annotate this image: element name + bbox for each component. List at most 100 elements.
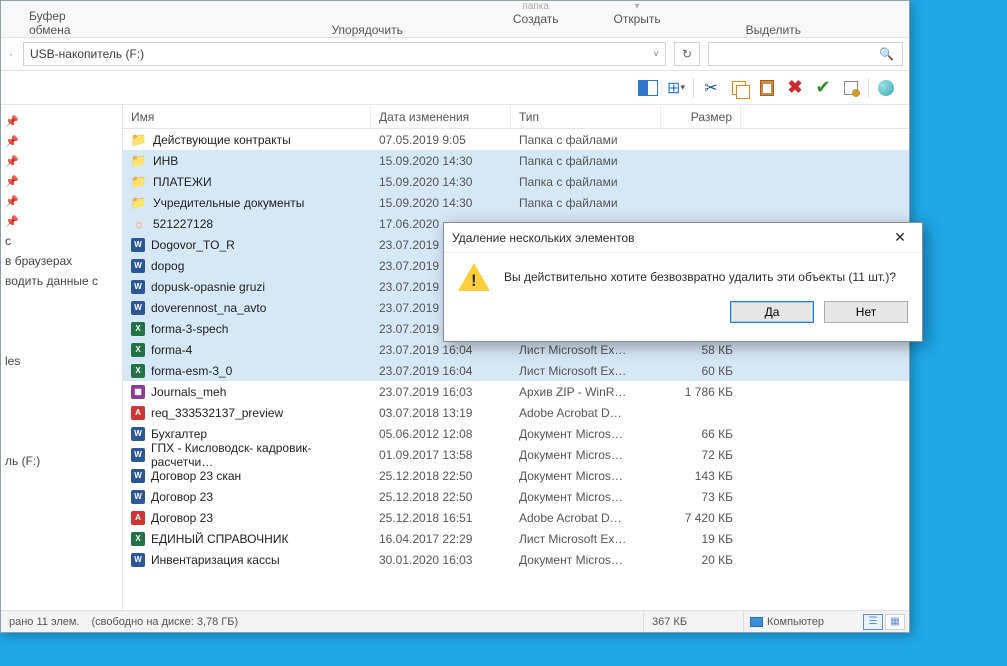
properties-button[interactable] [840, 77, 862, 99]
search-icon: 🔍 [879, 47, 894, 61]
file-date: 23.07.2019 16:04 [371, 364, 511, 378]
file-name: Договор 23 скан [151, 469, 241, 483]
file-date: 23.07.2019 16:03 [371, 385, 511, 399]
word-icon: W [131, 469, 145, 483]
delete-button[interactable]: ✖ [784, 77, 806, 99]
table-row[interactable]: 📁Учредительные документы15.09.2020 14:30… [123, 192, 909, 213]
table-row[interactable]: WГПХ - Кисловодск- кадровик- расчетчи…01… [123, 444, 909, 465]
sidebar-item-label: les [5, 354, 20, 368]
sidebar-item[interactable] [5, 391, 118, 411]
list-header: Имя Дата изменения Тип Размер [123, 105, 909, 129]
file-date: 16.04.2017 22:29 [371, 532, 511, 546]
table-row[interactable]: Xforma-esm-3_023.07.2019 16:04Лист Micro… [123, 360, 909, 381]
table-row[interactable]: ▦Journals_meh23.07.2019 16:03Архив ZIP -… [123, 381, 909, 402]
cut-button[interactable]: ✂ [700, 77, 722, 99]
sidebar-item[interactable]: с [5, 231, 118, 251]
word-icon: W [131, 553, 145, 567]
table-row[interactable]: 📁Действующие контракты07.05.2019 9:05Пап… [123, 129, 909, 150]
sidebar-item[interactable]: 📌 [5, 111, 118, 131]
table-row[interactable]: WИнвентаризация кассы30.01.2020 16:03Док… [123, 549, 909, 570]
sidebar-item[interactable] [5, 371, 118, 391]
dialog-no-button[interactable]: Нет [824, 301, 908, 323]
table-row[interactable]: Areq_333532137_preview03.07.2018 13:19Ad… [123, 402, 909, 423]
apply-button[interactable]: ✔ [812, 77, 834, 99]
sidebar-item[interactable]: водить данные с [5, 271, 118, 291]
file-name: forma-3-spech [151, 322, 228, 336]
column-header-size[interactable]: Размер [661, 105, 741, 128]
view-toggle-button[interactable] [637, 77, 659, 99]
file-name: Инвентаризация кассы [151, 553, 280, 567]
chevron-down-icon[interactable]: ˅ [653, 49, 659, 60]
file-date: 15.09.2020 14:30 [371, 175, 511, 189]
file-date: 01.09.2017 13:58 [371, 448, 511, 462]
layout-dropdown-button[interactable]: ⊞▾ [665, 77, 687, 99]
file-list[interactable]: Имя Дата изменения Тип Размер 📁Действующ… [123, 105, 909, 610]
sidebar-item[interactable] [5, 291, 118, 311]
history-dropdown-icon[interactable]: · [7, 47, 15, 61]
folder-icon: 📁 [131, 174, 147, 190]
file-name: ЕДИНЫЙ СПРАВОЧНИК [151, 532, 288, 546]
file-type: Папка с файлами [511, 133, 661, 147]
column-header-type[interactable]: Тип [511, 105, 661, 128]
settings-icon: ☼ [131, 216, 147, 232]
folder-icon: 📁 [131, 195, 147, 211]
toolbar: ⊞▾ ✂ ✖ ✔ [1, 71, 909, 105]
ribbon-select-label: Выделить [746, 23, 801, 37]
folder-icon: 📁 [131, 153, 147, 169]
sidebar-item[interactable]: 📌 [5, 151, 118, 171]
sidebar-item[interactable] [5, 331, 118, 351]
sidebar-item[interactable]: 📌 [5, 131, 118, 151]
sidebar-item-label: водить данные с [5, 274, 98, 288]
table-row[interactable]: Xforma-423.07.2019 16:04Лист Microsoft E… [123, 339, 909, 360]
file-name: dopog [151, 259, 184, 273]
paste-button[interactable] [756, 77, 778, 99]
table-row[interactable]: 📁ПЛАТЕЖИ15.09.2020 14:30Папка с файлами [123, 171, 909, 192]
dialog-close-button[interactable]: ✕ [886, 227, 914, 249]
file-name: Бухгалтер [151, 427, 207, 441]
pin-icon: 📌 [5, 195, 19, 208]
sidebar-item[interactable] [5, 431, 118, 451]
file-size: 66 КБ [661, 427, 741, 441]
table-row[interactable]: AДоговор 2325.12.2018 16:51Adobe Acrobat… [123, 507, 909, 528]
file-date: 25.12.2018 16:51 [371, 511, 511, 525]
ribbon: Буфер обмена Упорядочить папка Создать ▾… [1, 1, 909, 37]
table-row[interactable]: WДоговор 23 скан25.12.2018 22:50Документ… [123, 465, 909, 486]
copy-button[interactable] [728, 77, 750, 99]
table-row[interactable]: WДоговор 2325.12.2018 22:50Документ Micr… [123, 486, 909, 507]
ribbon-open-label: Открыть [614, 12, 661, 26]
sidebar-item-label: в браузерах [5, 254, 72, 268]
address-bar-row: · USB-накопитель (F:) ˅ ↻ 🔍 [1, 37, 909, 71]
file-type: Adobe Acrobat D… [511, 406, 661, 420]
sidebar-item[interactable] [5, 311, 118, 331]
sidebar-item[interactable]: les [5, 351, 118, 371]
dialog-yes-button[interactable]: Да [730, 301, 814, 323]
refresh-button[interactable]: ↻ [674, 42, 700, 66]
icons-view-button[interactable]: ▦ [885, 614, 905, 630]
column-header-date[interactable]: Дата изменения [371, 105, 511, 128]
warning-icon [458, 261, 490, 293]
sidebar-item[interactable] [5, 411, 118, 431]
search-input[interactable]: 🔍 [708, 42, 903, 66]
details-view-button[interactable]: ☰ [863, 614, 883, 630]
sidebar-item[interactable]: 📌 [5, 211, 118, 231]
word-icon: W [131, 490, 145, 504]
address-bar[interactable]: USB-накопитель (F:) ˅ [23, 42, 666, 66]
word-icon: W [131, 448, 145, 462]
table-row[interactable]: XЕДИНЫЙ СПРАВОЧНИК16.04.2017 22:29Лист M… [123, 528, 909, 549]
copy-icon [732, 81, 746, 95]
word-icon: W [131, 427, 145, 441]
sidebar-item[interactable]: в браузерах [5, 251, 118, 271]
file-name: Договор 23 [151, 490, 213, 504]
status-bar: рано 11 элем. (свободно на диске: 3,78 Г… [1, 610, 909, 632]
sidebar-item[interactable]: ль (F:) [5, 451, 118, 471]
ribbon-organize-label: Упорядочить [331, 23, 402, 37]
file-name: doverennost_na_avto [151, 301, 266, 315]
sidebar-item[interactable]: 📌 [5, 171, 118, 191]
pdf-icon: A [131, 511, 145, 525]
column-header-name[interactable]: Имя [123, 105, 371, 128]
sidebar-item-label: ль (F:) [5, 454, 40, 468]
content-area: 📌 📌 📌 📌 📌 📌 св браузерахводить данные с … [1, 105, 909, 610]
burn-disc-button[interactable] [875, 77, 897, 99]
sidebar-item[interactable]: 📌 [5, 191, 118, 211]
table-row[interactable]: 📁ИНВ15.09.2020 14:30Папка с файлами [123, 150, 909, 171]
